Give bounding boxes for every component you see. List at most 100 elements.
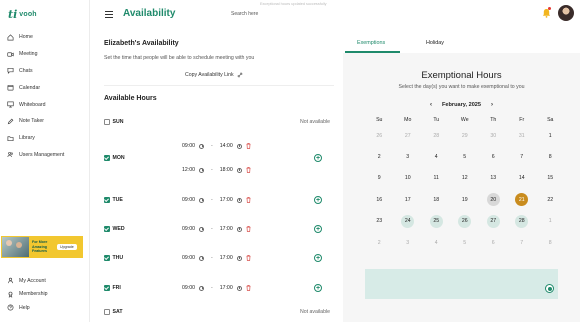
- day-checkbox[interactable]: [104, 197, 110, 203]
- start-time-input[interactable]: 12:00: [182, 167, 195, 173]
- calendar-day[interactable]: 25: [429, 214, 443, 228]
- sidebar-item-home[interactable]: Home: [6, 29, 86, 46]
- sidebar-item-membership[interactable]: Membership: [6, 288, 86, 302]
- calendar-day[interactable]: 22: [544, 193, 557, 206]
- chevron-left-icon[interactable]: ‹: [430, 102, 432, 108]
- calendar-day[interactable]: 27: [486, 214, 500, 228]
- start-time-input[interactable]: 09:00: [182, 226, 195, 232]
- clock-icon[interactable]: [198, 167, 204, 173]
- day-label[interactable]: WED: [104, 226, 125, 232]
- trash-icon[interactable]: [246, 167, 251, 173]
- upgrade-button[interactable]: Upgrade: [57, 244, 77, 250]
- add-slot-icon[interactable]: +: [314, 225, 322, 233]
- day-label[interactable]: MON: [104, 155, 125, 161]
- add-slot-icon[interactable]: +: [314, 284, 322, 292]
- calendar-day[interactable]: 16: [373, 193, 386, 206]
- tab-holiday[interactable]: Holiday: [426, 40, 444, 46]
- sidebar-item-whiteboard[interactable]: Whiteboard: [6, 96, 86, 113]
- day-label[interactable]: SUN: [104, 119, 123, 125]
- calendar-day[interactable]: 4: [430, 151, 443, 164]
- start-time-input[interactable]: 09:00: [182, 143, 195, 149]
- end-time-input[interactable]: 17:00: [220, 255, 233, 261]
- calendar-day[interactable]: 24: [401, 214, 415, 228]
- copy-availability-link[interactable]: Copy Availability Link: [185, 72, 243, 78]
- end-time-input[interactable]: 17:00: [220, 197, 233, 203]
- day-checkbox[interactable]: [104, 119, 110, 125]
- clock-icon[interactable]: [236, 255, 242, 261]
- calendar-day[interactable]: 11: [430, 172, 443, 185]
- calendar-day[interactable]: 1: [544, 129, 557, 142]
- day-checkbox[interactable]: [104, 285, 110, 291]
- sidebar-item-my-account[interactable]: My Account: [6, 274, 86, 288]
- calendar-day[interactable]: 9: [373, 172, 386, 185]
- calendar-day[interactable]: 13: [487, 172, 500, 185]
- menu-icon[interactable]: [105, 11, 113, 18]
- calendar-day[interactable]: 14: [515, 172, 528, 185]
- calendar-day[interactable]: 2: [373, 151, 386, 164]
- trash-icon[interactable]: [246, 197, 251, 203]
- day-label[interactable]: THU: [104, 255, 123, 261]
- clock-icon[interactable]: [236, 285, 242, 291]
- day-label[interactable]: SAT: [104, 309, 123, 315]
- calendar-day[interactable]: 17: [401, 193, 414, 206]
- sidebar-item-chats[interactable]: Chats: [6, 63, 86, 80]
- calendar-day[interactable]: 7: [515, 151, 528, 164]
- day-checkbox[interactable]: [104, 155, 110, 161]
- logo[interactable]: ti vooh: [8, 6, 37, 22]
- clock-icon[interactable]: [198, 285, 204, 291]
- calendar-day[interactable]: 15: [544, 172, 557, 185]
- add-slot-icon[interactable]: +: [314, 196, 322, 204]
- calendar-day[interactable]: 6: [487, 151, 500, 164]
- sidebar-item-calendar[interactable]: Calendar: [6, 79, 86, 96]
- day-checkbox[interactable]: [104, 309, 110, 315]
- clock-icon[interactable]: [198, 226, 204, 232]
- chevron-right-icon[interactable]: ›: [491, 102, 493, 108]
- add-slot-icon[interactable]: +: [314, 254, 322, 262]
- upgrade-promo-banner[interactable]: For More Amazing Features Upgrade: [1, 236, 83, 258]
- tab-exemptions[interactable]: Exemptions: [357, 40, 385, 46]
- clock-icon[interactable]: [198, 197, 204, 203]
- clock-icon[interactable]: [198, 143, 204, 149]
- clock-icon[interactable]: [236, 226, 242, 232]
- avatar[interactable]: [558, 5, 574, 21]
- sidebar-item-note-taker[interactable]: Note Taker: [6, 113, 86, 130]
- add-slot-icon[interactable]: +: [314, 154, 322, 162]
- end-time-input[interactable]: 17:00: [220, 226, 233, 232]
- calendar-day[interactable]: 8: [544, 151, 557, 164]
- clock-icon[interactable]: [198, 255, 204, 261]
- start-time-input[interactable]: 09:00: [182, 197, 195, 203]
- calendar-day[interactable]: 26: [458, 214, 472, 228]
- trash-icon[interactable]: [246, 285, 251, 291]
- day-label[interactable]: TUE: [104, 197, 123, 203]
- calendar-day[interactable]: 21: [515, 193, 529, 207]
- calendar-day[interactable]: 19: [458, 193, 471, 206]
- calendar-day[interactable]: 5: [458, 151, 471, 164]
- sidebar-item-help[interactable]: Help: [6, 301, 86, 315]
- search-input[interactable]: Search here: [231, 8, 351, 20]
- calendar-day[interactable]: 23: [373, 215, 386, 228]
- calendar-day[interactable]: 28: [515, 214, 529, 228]
- day-checkbox[interactable]: [104, 255, 110, 261]
- end-time-input[interactable]: 18:00: [220, 167, 233, 173]
- clock-icon[interactable]: [236, 167, 242, 173]
- day-label[interactable]: FRI: [104, 285, 121, 291]
- trash-icon[interactable]: [246, 255, 251, 261]
- calendar-day[interactable]: 3: [401, 151, 414, 164]
- sidebar-item-library[interactable]: Library: [6, 130, 86, 147]
- clock-icon[interactable]: [236, 197, 242, 203]
- trash-icon[interactable]: [246, 143, 251, 149]
- calendar-day[interactable]: 12: [458, 172, 471, 185]
- calendar-day[interactable]: 18: [430, 193, 443, 206]
- calendar-day[interactable]: 10: [401, 172, 414, 185]
- start-time-input[interactable]: 09:00: [182, 255, 195, 261]
- sidebar-item-users-management[interactable]: Users Management: [6, 147, 86, 164]
- end-time-input[interactable]: 17:00: [220, 285, 233, 291]
- save-exemption-icon[interactable]: [545, 284, 554, 293]
- start-time-input[interactable]: 09:00: [182, 285, 195, 291]
- end-time-input[interactable]: 14:00: [220, 143, 233, 149]
- calendar-day[interactable]: 20: [486, 193, 500, 207]
- clock-icon[interactable]: [236, 143, 242, 149]
- sidebar-item-meeting[interactable]: Meeting: [6, 46, 86, 63]
- trash-icon[interactable]: [246, 226, 251, 232]
- day-checkbox[interactable]: [104, 226, 110, 232]
